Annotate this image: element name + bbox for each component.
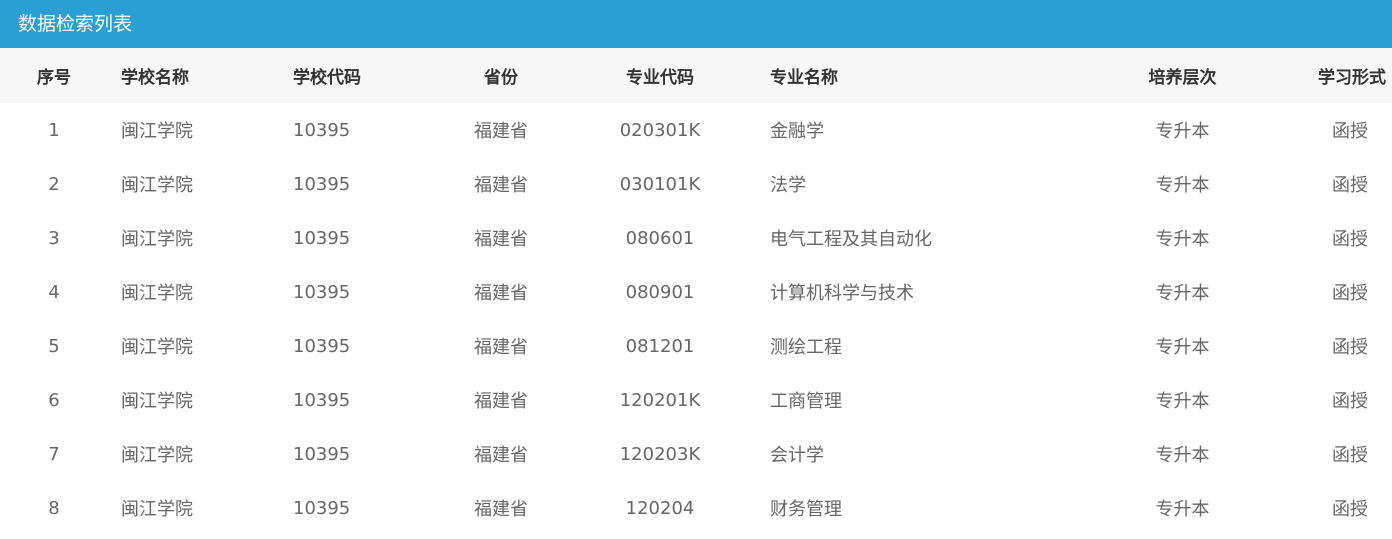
- cell-school-code: 10395: [293, 497, 351, 519]
- cell-school-name: 闽江学院: [121, 229, 193, 250]
- cell-school-name: 闽江学院: [121, 283, 193, 304]
- cell-index: 1: [48, 119, 60, 141]
- cell-index: 8: [48, 497, 60, 519]
- cell-study-form: 函授: [1332, 175, 1368, 196]
- cell-major-name: 财务管理: [770, 499, 842, 520]
- cell-province: 福建省: [474, 229, 528, 250]
- cell-study-form: 函授: [1332, 229, 1368, 250]
- table-row: 7 闽江学院 10395 福建省 120203K 会计学 专升本 函授: [0, 427, 1392, 481]
- cell-major-code: 030101K: [619, 173, 701, 195]
- cell-school-name: 闽江学院: [121, 499, 193, 520]
- cell-study-form: 函授: [1332, 121, 1368, 142]
- cell-province: 福建省: [474, 391, 528, 412]
- header-major-code: 专业代码: [626, 68, 694, 88]
- cell-province: 福建省: [474, 121, 528, 142]
- cell-major-code: 080901: [625, 281, 695, 303]
- cell-major-code: 120204: [625, 497, 695, 519]
- cell-school-code: 10395: [293, 281, 351, 303]
- header-major-name: 专业名称: [770, 68, 838, 88]
- cell-level: 专升本: [1155, 391, 1210, 412]
- cell-school-code: 10395: [293, 443, 351, 465]
- table-row: 4 闽江学院 10395 福建省 080901 计算机科学与技术 专升本 函授: [0, 265, 1392, 319]
- cell-major-code: 020301K: [619, 119, 701, 141]
- cell-school-name: 闽江学院: [121, 175, 193, 196]
- table-row: 6 闽江学院 10395 福建省 120201K 工商管理 专升本 函授: [0, 373, 1392, 427]
- cell-school-name: 闽江学院: [121, 121, 193, 142]
- header-province: 省份: [484, 68, 518, 88]
- cell-school-name: 闽江学院: [121, 445, 193, 466]
- cell-level: 专升本: [1155, 229, 1210, 250]
- cell-major-code: 120203K: [619, 443, 701, 465]
- cell-province: 福建省: [474, 445, 528, 466]
- cell-study-form: 函授: [1332, 391, 1368, 412]
- table-row: 5 闽江学院 10395 福建省 081201 测绘工程 专升本 函授: [0, 319, 1392, 373]
- cell-index: 6: [48, 389, 60, 411]
- cell-level: 专升本: [1155, 175, 1210, 196]
- cell-study-form: 函授: [1332, 283, 1368, 304]
- cell-study-form: 函授: [1332, 337, 1368, 358]
- cell-major-name: 电气工程及其自动化: [770, 229, 932, 250]
- cell-level: 专升本: [1155, 283, 1210, 304]
- cell-major-code: 081201: [625, 335, 695, 357]
- cell-school-code: 10395: [293, 389, 351, 411]
- cell-province: 福建省: [474, 175, 528, 196]
- cell-index: 5: [48, 335, 60, 357]
- cell-index: 3: [48, 227, 60, 249]
- cell-major-code: 120201K: [619, 389, 701, 411]
- cell-index: 2: [48, 173, 60, 195]
- cell-school-name: 闽江学院: [121, 391, 193, 412]
- cell-school-code: 10395: [293, 335, 351, 357]
- cell-level: 专升本: [1155, 121, 1210, 142]
- table-row: 1 闽江学院 10395 福建省 020301K 金融学 专升本 函授: [0, 103, 1392, 157]
- cell-major-code: 080601: [625, 227, 695, 249]
- cell-study-form: 函授: [1332, 445, 1368, 466]
- panel-title: 数据检索列表: [0, 0, 1392, 48]
- header-level: 培养层次: [1148, 68, 1217, 88]
- cell-major-name: 法学: [770, 175, 806, 196]
- table-row: 8 闽江学院 10395 福建省 120204 财务管理 专升本 函授: [0, 481, 1392, 535]
- cell-level: 专升本: [1155, 445, 1210, 466]
- cell-major-name: 计算机科学与技术: [770, 283, 914, 304]
- cell-major-name: 会计学: [770, 445, 824, 466]
- cell-study-form: 函授: [1332, 499, 1368, 520]
- table-header-row: 序号 学校名称 学校代码 省份 专业代码 专业名称 培养层次 学习形式: [0, 48, 1392, 103]
- data-search-panel: 数据检索列表 序号 学校名称 学校代码 省份 专业代码 专业名称 培养层次 学习…: [0, 0, 1392, 539]
- cell-school-name: 闽江学院: [121, 337, 193, 358]
- header-index: 序号: [37, 68, 71, 88]
- table-row: 2 闽江学院 10395 福建省 030101K 法学 专升本 函授: [0, 157, 1392, 211]
- header-school-code: 学校代码: [293, 68, 361, 88]
- cell-level: 专升本: [1155, 499, 1210, 520]
- cell-school-code: 10395: [293, 119, 351, 141]
- cell-level: 专升本: [1155, 337, 1210, 358]
- cell-province: 福建省: [474, 337, 528, 358]
- cell-index: 7: [48, 443, 60, 465]
- cell-province: 福建省: [474, 499, 528, 520]
- cell-province: 福建省: [474, 283, 528, 304]
- cell-major-name: 工商管理: [770, 391, 842, 412]
- cell-major-name: 金融学: [770, 121, 824, 142]
- header-school-name: 学校名称: [121, 68, 189, 88]
- cell-school-code: 10395: [293, 227, 351, 249]
- header-study-form: 学习形式: [1318, 68, 1386, 88]
- table-row: 3 闽江学院 10395 福建省 080601 电气工程及其自动化 专升本 函授: [0, 211, 1392, 265]
- data-table: 序号 学校名称 学校代码 省份 专业代码 专业名称 培养层次 学习形式 1 闽江学…: [0, 48, 1392, 535]
- cell-index: 4: [48, 281, 60, 303]
- cell-major-name: 测绘工程: [770, 337, 842, 358]
- cell-school-code: 10395: [293, 173, 351, 195]
- table-body: 1 闽江学院 10395 福建省 020301K 金融学 专升本 函授 2 闽江学院 10395 福建…: [0, 103, 1392, 535]
